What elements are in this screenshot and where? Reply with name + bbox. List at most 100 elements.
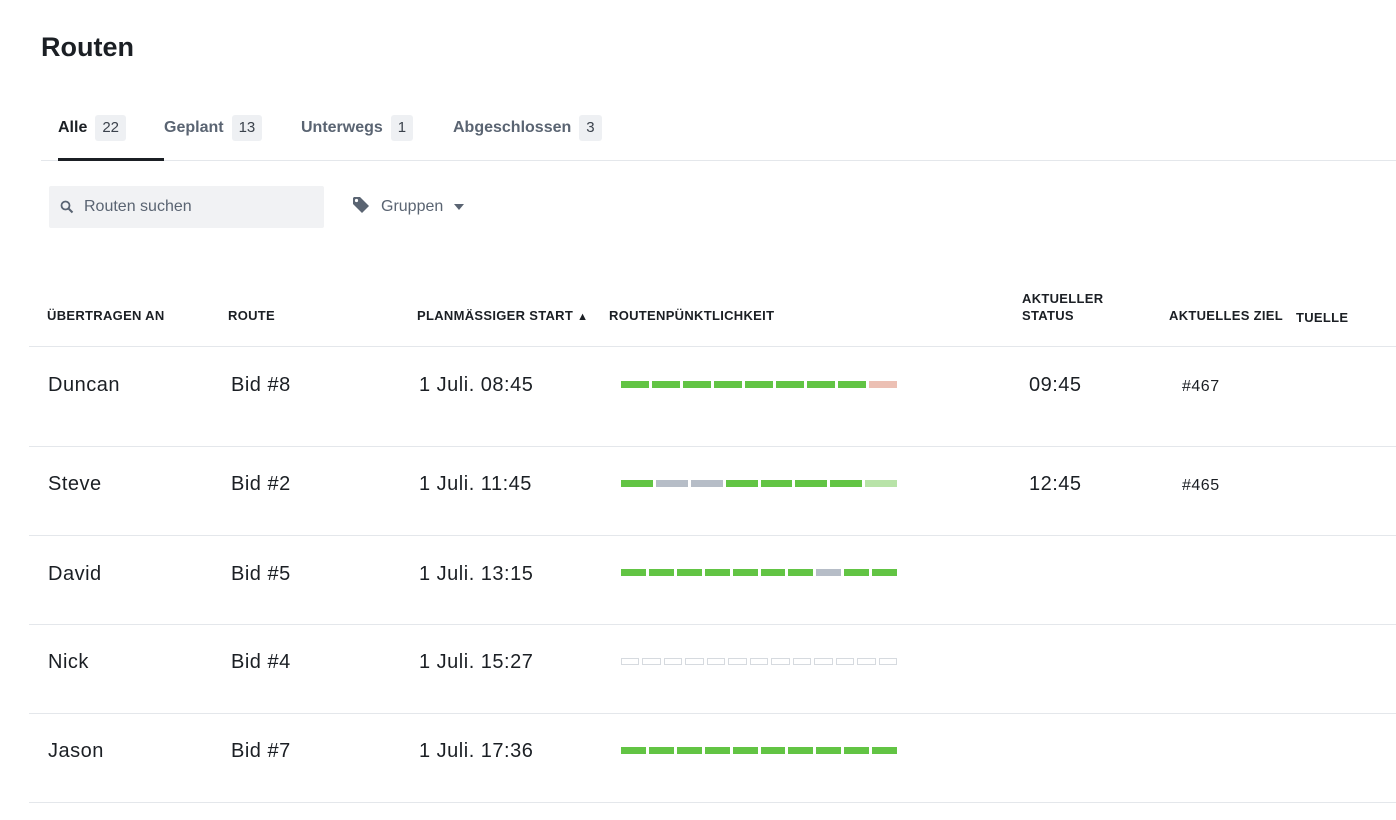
driver-name: Jason	[48, 740, 104, 762]
tab-alle[interactable]: Alle 22	[58, 108, 165, 161]
tab-unterwegs[interactable]: Unterwegs 1	[301, 108, 414, 160]
column-header-route[interactable]: ROUTE	[228, 307, 275, 324]
punctuality-segment	[728, 658, 747, 665]
punctuality-segment	[685, 658, 704, 665]
punctuality-segment	[760, 480, 793, 487]
planned-start: 1 Juli. 15:27	[419, 651, 534, 673]
punctuality-segment	[865, 480, 897, 487]
column-header-current-status[interactable]: AKTUELLER STATUS	[1022, 290, 1103, 324]
tab-geplant[interactable]: Geplant 13	[164, 108, 263, 160]
current-destination: #467	[1182, 378, 1220, 395]
current-destination: #465	[1182, 477, 1220, 494]
punctuality-segment	[857, 658, 876, 665]
tab-label: Geplant	[164, 119, 224, 136]
punctuality-segment	[621, 747, 646, 754]
search-input[interactable]	[82, 197, 306, 217]
punctuality-segment	[795, 480, 828, 487]
tab-label: Alle	[58, 119, 88, 136]
punctuality-segment	[663, 658, 683, 665]
tab-count-badge: 22	[95, 115, 127, 141]
tab-count-badge: 1	[390, 115, 414, 141]
punctuality-segment	[648, 747, 674, 754]
punctuality-segment	[732, 747, 758, 754]
column-header-label: PLANMÄSSIGER START	[417, 308, 574, 323]
punctuality-segment	[683, 381, 711, 388]
driver-name: Duncan	[48, 374, 120, 396]
table-row[interactable]: David Bid #5 1 Juli. 13:15	[29, 536, 1396, 625]
column-header-planned-start[interactable]: PLANMÄSSIGER START ▲	[417, 307, 588, 326]
groups-dropdown[interactable]: Gruppen	[352, 194, 465, 220]
driver-name: David	[48, 563, 102, 585]
punctuality-segment	[648, 569, 674, 576]
tab-bar: Alle 22 Geplant 13 Unterwegs 1 Abgeschlo…	[41, 108, 1396, 161]
punctuality-segment	[872, 569, 898, 576]
tab-count-badge: 13	[231, 115, 263, 141]
planned-start: 1 Juli. 13:15	[419, 563, 534, 585]
planned-start: 1 Juli. 11:45	[419, 473, 532, 495]
route-name[interactable]: Bid #8	[231, 374, 291, 397]
punctuality-segment	[621, 569, 646, 576]
tab-abgeschlossen[interactable]: Abgeschlossen 3	[453, 108, 602, 160]
punctuality-segment	[652, 381, 680, 388]
route-name[interactable]: Bid #2	[231, 473, 291, 496]
search-box[interactable]	[49, 186, 324, 228]
tag-icon	[352, 196, 381, 219]
punctuality-segment	[704, 569, 730, 576]
tab-count-badge: 3	[579, 115, 602, 141]
table-row[interactable]: Steve Bid #2 1 Juli. 11:45 12:45 #465	[29, 447, 1396, 536]
punctuality-segment	[814, 658, 833, 665]
table-row[interactable]: Jason Bid #7 1 Juli. 17:36	[29, 714, 1396, 803]
column-header-current-destination[interactable]: AKTUELLES ZIEL	[1169, 307, 1283, 324]
punctuality-bar	[621, 480, 897, 487]
punctuality-segment	[714, 381, 742, 388]
table-row[interactable]: Duncan Bid #8 1 Juli. 08:45 09:45 #467	[29, 347, 1396, 447]
driver-name: Nick	[48, 651, 89, 673]
table-row[interactable]: Nick Bid #4 1 Juli. 15:27	[29, 625, 1396, 714]
punctuality-bar	[621, 658, 898, 665]
punctuality-segment	[878, 658, 898, 665]
current-status: 09:45	[1029, 374, 1082, 396]
punctuality-bar	[621, 381, 897, 388]
punctuality-segment	[807, 381, 835, 388]
punctuality-segment	[788, 747, 814, 754]
route-name[interactable]: Bid #7	[231, 740, 291, 763]
punctuality-segment	[704, 747, 730, 754]
search-icon	[60, 200, 74, 214]
punctuality-segment	[835, 658, 855, 665]
punctuality-segment	[838, 381, 866, 388]
planned-start: 1 Juli. 17:36	[419, 740, 534, 762]
punctuality-bar	[621, 747, 898, 754]
punctuality-segment	[869, 381, 897, 388]
route-name[interactable]: Bid #4	[231, 651, 291, 674]
punctuality-segment	[760, 747, 786, 754]
column-header-label-line2: STATUS	[1022, 308, 1074, 323]
punctuality-segment	[621, 658, 640, 665]
punctuality-segment	[676, 569, 702, 576]
punctuality-segment	[690, 480, 723, 487]
current-status: 12:45	[1029, 473, 1082, 495]
punctuality-segment	[732, 569, 758, 576]
punctuality-segment	[749, 658, 769, 665]
punctuality-segment	[816, 569, 842, 576]
punctuality-segment	[816, 747, 842, 754]
punctuality-segment	[830, 480, 863, 487]
punctuality-segment	[771, 658, 790, 665]
column-header-punctuality[interactable]: ROUTENPÜNKTLICHKEIT	[609, 307, 774, 324]
column-header-truncated[interactable]: TUELLE	[1296, 309, 1348, 326]
punctuality-segment	[792, 658, 812, 665]
punctuality-segment	[725, 480, 758, 487]
driver-name: Steve	[48, 473, 102, 495]
page-title: Routen	[41, 32, 134, 62]
punctuality-segment	[745, 381, 773, 388]
tab-label: Unterwegs	[301, 119, 383, 136]
punctuality-segment	[844, 747, 870, 754]
punctuality-segment	[844, 569, 870, 576]
punctuality-segment	[676, 747, 702, 754]
planned-start: 1 Juli. 08:45	[419, 374, 534, 396]
column-header-assigned[interactable]: ÜBERTRAGEN AN	[47, 307, 165, 324]
chevron-down-icon	[443, 198, 465, 216]
punctuality-segment	[788, 569, 814, 576]
route-name[interactable]: Bid #5	[231, 563, 291, 586]
sort-ascending-icon: ▲	[577, 311, 589, 323]
groups-label: Gruppen	[381, 198, 444, 215]
